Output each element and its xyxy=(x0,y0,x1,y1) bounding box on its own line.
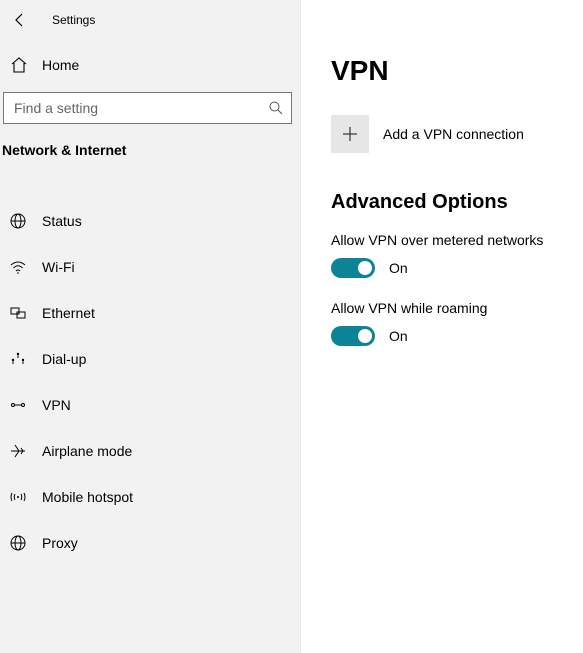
option-roaming: Allow VPN while roaming On xyxy=(331,300,567,346)
sidebar-item-label: Ethernet xyxy=(42,305,95,321)
sidebar-item-wifi[interactable]: Wi-Fi xyxy=(0,244,300,290)
wifi-icon xyxy=(8,258,28,276)
airplane-icon xyxy=(8,442,28,460)
globe-icon xyxy=(8,212,28,230)
add-vpn-button[interactable]: Add a VPN connection xyxy=(331,115,567,153)
toggle-roaming[interactable] xyxy=(331,326,375,346)
sidebar-item-label: Proxy xyxy=(42,535,78,551)
page-title: VPN xyxy=(331,55,567,87)
sidebar-item-label: Dial-up xyxy=(42,351,86,367)
add-vpn-label: Add a VPN connection xyxy=(383,126,524,142)
sidebar: Settings Home Network & Internet Status … xyxy=(0,0,301,653)
search-wrap xyxy=(3,92,292,124)
ethernet-icon xyxy=(8,304,28,322)
vpn-icon xyxy=(8,396,28,414)
hotspot-icon xyxy=(8,488,28,506)
window-title: Settings xyxy=(52,13,95,27)
sidebar-item-label: Status xyxy=(42,213,82,229)
titlebar: Settings xyxy=(0,0,300,38)
home-label: Home xyxy=(42,57,79,73)
sidebar-item-vpn[interactable]: VPN xyxy=(0,382,300,428)
search-input[interactable] xyxy=(3,92,292,124)
sidebar-item-hotspot[interactable]: Mobile hotspot xyxy=(0,474,300,520)
sidebar-item-ethernet[interactable]: Ethernet xyxy=(0,290,300,336)
back-icon[interactable] xyxy=(12,12,28,28)
toggle-state: On xyxy=(389,260,408,276)
search-icon xyxy=(268,100,284,116)
advanced-options-heading: Advanced Options xyxy=(331,191,567,214)
sidebar-item-label: Wi-Fi xyxy=(42,259,75,275)
sidebar-item-proxy[interactable]: Proxy xyxy=(0,520,300,566)
sidebar-item-status[interactable]: Status xyxy=(0,198,300,244)
sidebar-item-dialup[interactable]: Dial-up xyxy=(0,336,300,382)
option-metered: Allow VPN over metered networks On xyxy=(331,232,567,278)
sidebar-item-airplane[interactable]: Airplane mode xyxy=(0,428,300,474)
dialup-icon xyxy=(8,350,28,368)
toggle-metered[interactable] xyxy=(331,258,375,278)
sidebar-item-label: Mobile hotspot xyxy=(42,489,133,505)
sidebar-item-label: Airplane mode xyxy=(42,443,132,459)
home-icon xyxy=(10,56,28,74)
option-label: Allow VPN while roaming xyxy=(331,300,567,316)
plus-icon xyxy=(331,115,369,153)
main-panel: VPN Add a VPN connection Advanced Option… xyxy=(301,0,583,653)
option-label: Allow VPN over metered networks xyxy=(331,232,567,248)
nav-items: Status Wi-Fi Ethernet Dial-up VPN xyxy=(0,198,300,566)
category-heading: Network & Internet xyxy=(0,142,300,176)
home-button[interactable]: Home xyxy=(0,38,300,92)
sidebar-item-label: VPN xyxy=(42,397,71,413)
proxy-icon xyxy=(8,534,28,552)
toggle-state: On xyxy=(389,328,408,344)
